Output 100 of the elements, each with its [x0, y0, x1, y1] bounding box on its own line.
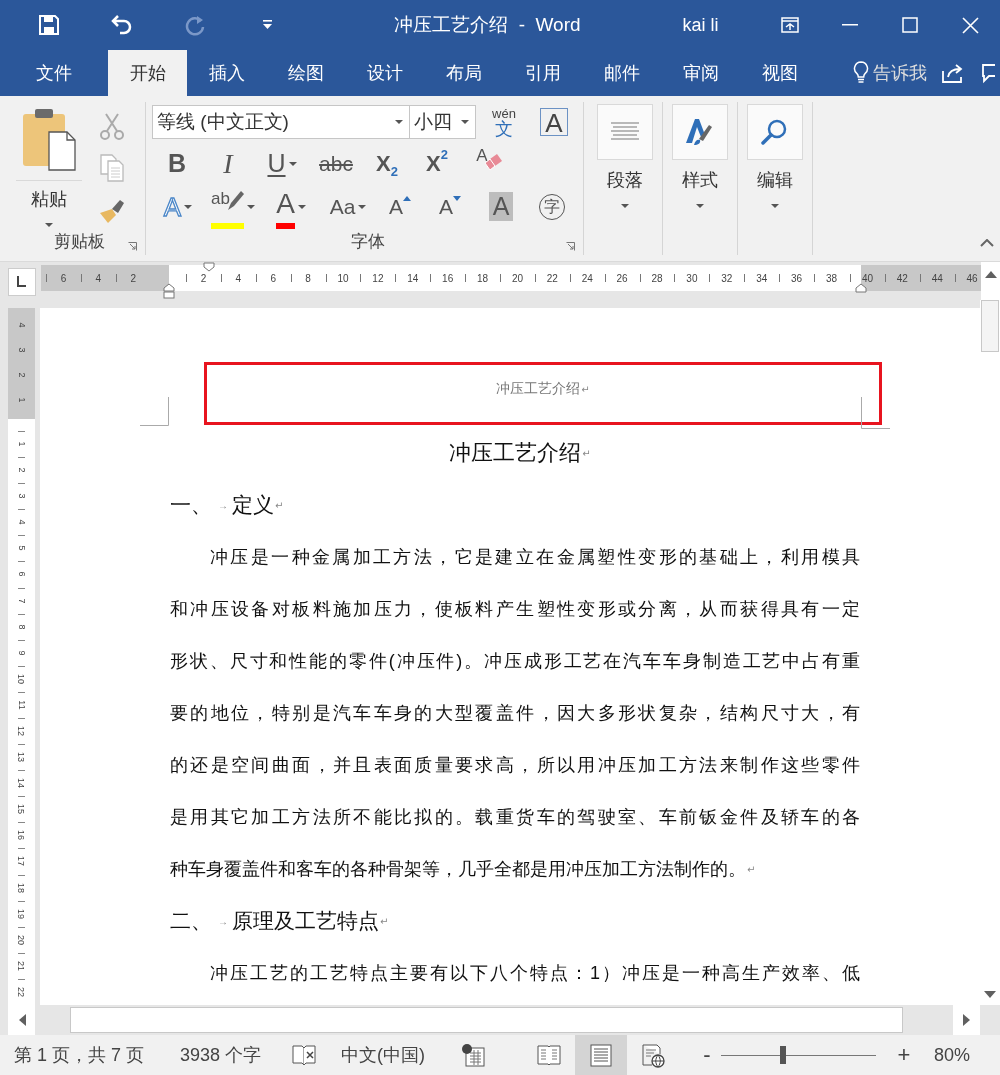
scroll-right-icon[interactable] [962, 1014, 971, 1026]
left-indent-icon[interactable] [163, 283, 175, 299]
comment-icon[interactable] [981, 62, 995, 84]
caret-icon [246, 204, 255, 209]
paragraph-mark: ↵ [275, 499, 284, 511]
macro-icon[interactable] [461, 1043, 486, 1067]
paragraph-mark: ↵ [581, 383, 590, 395]
undo-icon [110, 14, 134, 36]
scroll-thumb[interactable] [981, 300, 999, 352]
word-count[interactable]: 3938 个字 [180, 1043, 262, 1067]
ruler-number: 42 [896, 272, 908, 284]
ribbon-tab[interactable]: 绘图 [266, 50, 345, 96]
ruler-number: 28 [651, 272, 663, 284]
shrink-font-button[interactable]: A [424, 187, 476, 226]
scroll-thumb[interactable] [70, 1007, 903, 1033]
ruler-number: 18 [16, 882, 27, 893]
book-icon[interactable] [291, 1043, 318, 1067]
collapse-icon[interactable] [980, 239, 994, 247]
change-case-button[interactable]: Aa [320, 187, 376, 226]
ruler-number: 24 [581, 272, 593, 284]
grow-font-button[interactable]: A [376, 187, 424, 226]
page-icon [587, 1042, 614, 1068]
ribbon-tab[interactable]: 插入 [187, 50, 266, 96]
scroll-left-icon[interactable] [17, 1014, 26, 1026]
underline-button[interactable]: U [254, 144, 310, 183]
user-name: kai li [682, 14, 720, 36]
font-size-field[interactable]: 小四 [410, 105, 476, 139]
group-label: 剪贴板 [54, 230, 105, 253]
ribbon-tab[interactable]: 视图 [740, 50, 819, 96]
window-title: 冲压工艺介绍 - Word [393, 13, 582, 37]
launcher-icon[interactable] [128, 241, 137, 251]
view-button[interactable] [574, 1035, 627, 1075]
ribbon-tab[interactable]: 开始 [108, 50, 187, 96]
character-shading-button[interactable]: A [476, 187, 526, 226]
paste-button[interactable]: 粘贴 [14, 102, 84, 227]
font-name-field[interactable]: 等线 (中文正文) [152, 105, 410, 139]
enclose-character-button[interactable]: 字 [526, 187, 578, 226]
ruler-number: 8 [305, 272, 311, 284]
character-border-button[interactable]: A [540, 108, 568, 136]
font-color-button[interactable]: A [262, 187, 320, 226]
launcher-icon[interactable] [566, 242, 575, 251]
text-line: 冲压工艺的工艺特点主要有以下八个特点：1）冲压是一种高生产效率、低 [210, 962, 860, 985]
tab-mark: → [218, 499, 228, 511]
ruler-number: 6 [16, 571, 27, 577]
right-indent-icon[interactable] [855, 283, 867, 293]
brush-icon[interactable] [98, 197, 126, 223]
ribbon-tab[interactable]: 文件 [15, 50, 93, 96]
ribbon-tab[interactable]: 审阅 [661, 50, 740, 96]
ruler-number: 6 [60, 272, 67, 284]
book-icon [535, 1042, 562, 1068]
group-label: 字体 [350, 231, 385, 253]
text-line: 种车身覆盖件和客车的各种骨架等，几乎全都是用冲压加工方法制作的。 [170, 858, 746, 881]
ruler-number: 16 [16, 830, 27, 841]
ruler-number: 32 [721, 272, 733, 284]
ruler-number: 9 [16, 650, 27, 656]
quick-access-button[interactable] [110, 13, 134, 37]
ribbon-tab[interactable]: 邮件 [582, 50, 661, 96]
ruler-number: 22 [546, 272, 558, 284]
document-title: 冲压工艺介绍 [449, 439, 582, 467]
ruler-number: 3 [16, 347, 27, 352]
ruler-number: 1 [16, 397, 27, 402]
ruler-number: 10 [16, 673, 27, 684]
highlight-button[interactable]: ab [204, 187, 262, 226]
phonetic-guide-button[interactable]: wén 文 [488, 106, 520, 138]
zoom-out-button[interactable]: - [698, 1042, 715, 1068]
ruler-number: 6 [270, 272, 276, 284]
strikethrough-button[interactable]: abc [310, 144, 362, 183]
ruler-number: 34 [756, 272, 768, 284]
ruler-number: 18 [477, 272, 489, 284]
clear-formatting-button[interactable]: A [462, 144, 516, 183]
maximize-icon[interactable] [902, 17, 918, 33]
tab-stop-icon[interactable] [8, 268, 36, 296]
caret-icon [771, 204, 779, 208]
quick-access-button[interactable] [37, 13, 61, 37]
zoom-in-button[interactable]: + [895, 1042, 912, 1068]
ribbon-tab[interactable]: 引用 [503, 50, 582, 96]
paragraph-mark: ↵ [380, 915, 389, 927]
ruler-number: 13 [16, 752, 27, 763]
italic-button[interactable]: I [202, 144, 254, 183]
page-count[interactable]: 第 1 页，共 7 页 [14, 1043, 145, 1067]
text-line: 的还是空间曲面，并且表面质量要求高，所以用冲压加工方法来制作这些零件 [170, 754, 860, 777]
slider-thumb[interactable] [779, 1046, 786, 1064]
language-indicator[interactable]: 中文(中国) [341, 1043, 426, 1067]
save-icon [38, 14, 60, 36]
ruler-number: 8 [16, 624, 27, 630]
share-icon[interactable] [941, 62, 965, 84]
ribbon-tab[interactable]: 设计 [345, 50, 424, 96]
paragraph-mark: ↵ [747, 863, 756, 875]
caret-icon [184, 204, 193, 209]
ribbon-display-icon[interactable] [781, 17, 799, 33]
ruler-number: 4 [235, 272, 242, 284]
ribbon-tab[interactable]: 布局 [424, 50, 503, 96]
close-icon[interactable] [961, 16, 979, 34]
bold-button[interactable]: B [152, 144, 202, 183]
ruler-number: 17 [16, 856, 27, 867]
ruler-number: 19 [16, 908, 27, 919]
zoom-level[interactable]: 80% [933, 1044, 970, 1066]
tell-me-button[interactable]: 告诉我 [853, 50, 933, 96]
scroll-down-icon[interactable] [984, 991, 996, 999]
ruler-number: 12 [16, 726, 27, 736]
